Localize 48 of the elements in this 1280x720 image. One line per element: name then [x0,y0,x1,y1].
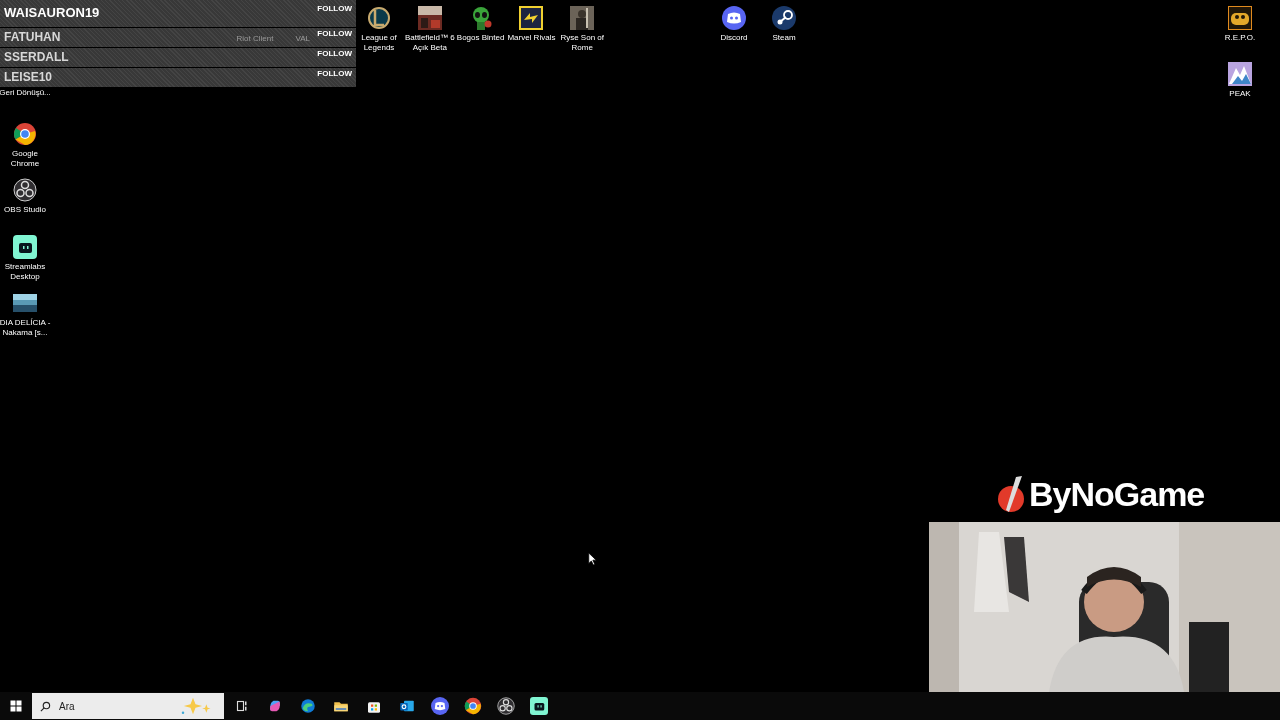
circle-logo-icon[interactable] [497,697,515,715]
cursor-icon [588,552,597,566]
steam-icon[interactable] [772,6,796,30]
chat-bubble-icon[interactable] [13,235,37,259]
edge-icon[interactable] [299,697,317,715]
follow-label: FOLLOW [317,3,352,15]
search-icon [40,700,51,712]
icon-label[interactable]: Streamlabs Desktop [0,262,51,282]
icon-label[interactable]: Riot Client [236,33,274,45]
icon-label[interactable]: Discord [720,33,748,43]
follower-name: WAISAURON19 [4,5,100,20]
follower-name: FATUHAN [4,30,61,45]
game-cover-icon[interactable] [570,6,595,30]
game-cover-icon[interactable] [519,6,544,30]
icon-label[interactable]: PEAK [1229,89,1251,99]
search-field[interactable]: Ara [32,693,224,719]
chat-bubble-icon[interactable] [530,697,548,715]
game-cover-icon[interactable] [417,6,442,30]
discord-icon[interactable] [722,6,746,30]
icon-label[interactable]: Geri Dönüşü... [0,88,51,98]
mountain-icon[interactable] [1228,62,1252,86]
icon-label[interactable]: Google Chrome [0,149,51,169]
icon-label[interactable]: League of Legends [353,33,405,53]
icon-label[interactable]: DIA DELÍCIA - Nakama [s... [0,318,51,338]
icon-label[interactable]: OBS Studio [4,205,46,215]
icon-label[interactable]: VAL [295,33,310,45]
start-icon[interactable] [10,700,22,712]
icon-label[interactable]: Steam [772,33,796,43]
follow-label: FOLLOW [317,48,352,60]
icon-label[interactable]: Bogos Binted [456,33,505,43]
follow-label: FOLLOW [317,28,352,40]
follower-name: SSERDALL [4,50,69,65]
thumbnail-icon[interactable] [13,291,37,315]
follower-name: LEISE10 [4,70,53,85]
icon-label[interactable]: Ryse Son of Rome [556,33,609,53]
icon-label[interactable]: R.E.P.O. [1224,33,1256,43]
brand-logo-icon [996,474,1026,514]
search-input[interactable]: Ara [59,698,172,714]
discord-icon[interactable] [431,697,449,715]
chrome-icon[interactable] [13,122,37,146]
emblem-icon[interactable] [367,6,391,30]
chrome-icon[interactable] [464,697,482,715]
brand-name: ByNoGame [1029,474,1205,514]
robot-face-icon[interactable] [1228,6,1252,30]
icon-label[interactable]: Marvel Rivals [507,33,556,43]
icon-label[interactable]: Battlefield™ 6 Açık Beta [403,33,456,53]
circle-logo-icon[interactable] [13,178,37,202]
follow-label: FOLLOW [317,68,352,80]
